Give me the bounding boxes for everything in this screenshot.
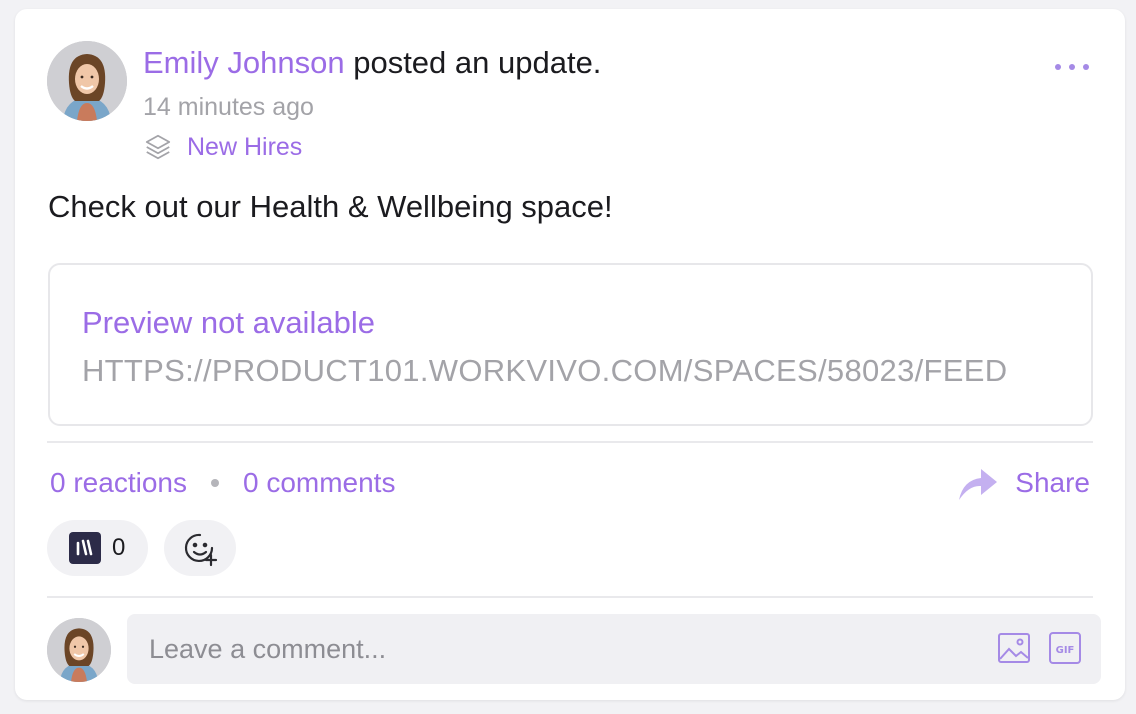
post-headline: Emily Johnson posted an update.	[143, 45, 601, 81]
post-timestamp: 14 minutes ago	[143, 93, 314, 121]
post-card: Emily Johnson posted an update. 14 minut…	[15, 9, 1125, 700]
avatar-photo-icon	[47, 618, 111, 682]
space-link[interactable]: New Hires	[143, 132, 302, 162]
comment-box: GIF	[127, 614, 1101, 684]
post-stats: 0 reactions 0 comments	[50, 467, 395, 499]
reaction-button[interactable]: 0	[47, 520, 148, 576]
avatar-photo-icon	[47, 41, 127, 121]
share-button[interactable]: Share	[957, 464, 1090, 502]
post-action-text: posted an update.	[344, 45, 602, 80]
more-options-button[interactable]	[1055, 60, 1089, 74]
divider	[47, 596, 1093, 598]
post-body: Check out our Health & Wellbeing space!	[48, 189, 613, 224]
preview-url: HTTPS://PRODUCT101.WORKVIVO.COM/SPACES/5…	[82, 353, 1008, 388]
share-label: Share	[1015, 467, 1090, 498]
space-name: New Hires	[187, 132, 303, 161]
image-icon	[998, 633, 1030, 663]
divider	[47, 441, 1093, 443]
gif-button[interactable]: GIF	[1048, 631, 1082, 665]
reaction-count: 0	[112, 534, 126, 561]
comment-input[interactable]	[127, 614, 967, 684]
comments-count-link[interactable]: 0 comments	[243, 467, 396, 499]
layers-icon	[145, 134, 171, 160]
link-preview[interactable]: Preview not available HTTPS://PRODUCT101…	[48, 263, 1093, 426]
gif-icon: GIF	[1049, 632, 1081, 664]
more-dots-icon	[1055, 64, 1061, 70]
author-name-link[interactable]: Emily Johnson	[143, 45, 345, 80]
more-dot	[1083, 64, 1089, 70]
add-emoji-icon	[184, 533, 218, 567]
add-reaction-button[interactable]	[164, 520, 236, 576]
more-dot	[1069, 64, 1075, 70]
separator-dot	[210, 479, 219, 487]
preview-title: Preview not available	[82, 305, 375, 340]
svg-text:GIF: GIF	[1056, 645, 1075, 656]
author-avatar[interactable]	[47, 41, 127, 121]
reactions-count-link[interactable]: 0 reactions	[50, 467, 187, 499]
share-arrow-icon	[959, 469, 998, 500]
image-upload-button[interactable]	[997, 631, 1031, 665]
workvivo-logo-icon	[69, 532, 101, 564]
current-user-avatar[interactable]	[47, 618, 111, 682]
